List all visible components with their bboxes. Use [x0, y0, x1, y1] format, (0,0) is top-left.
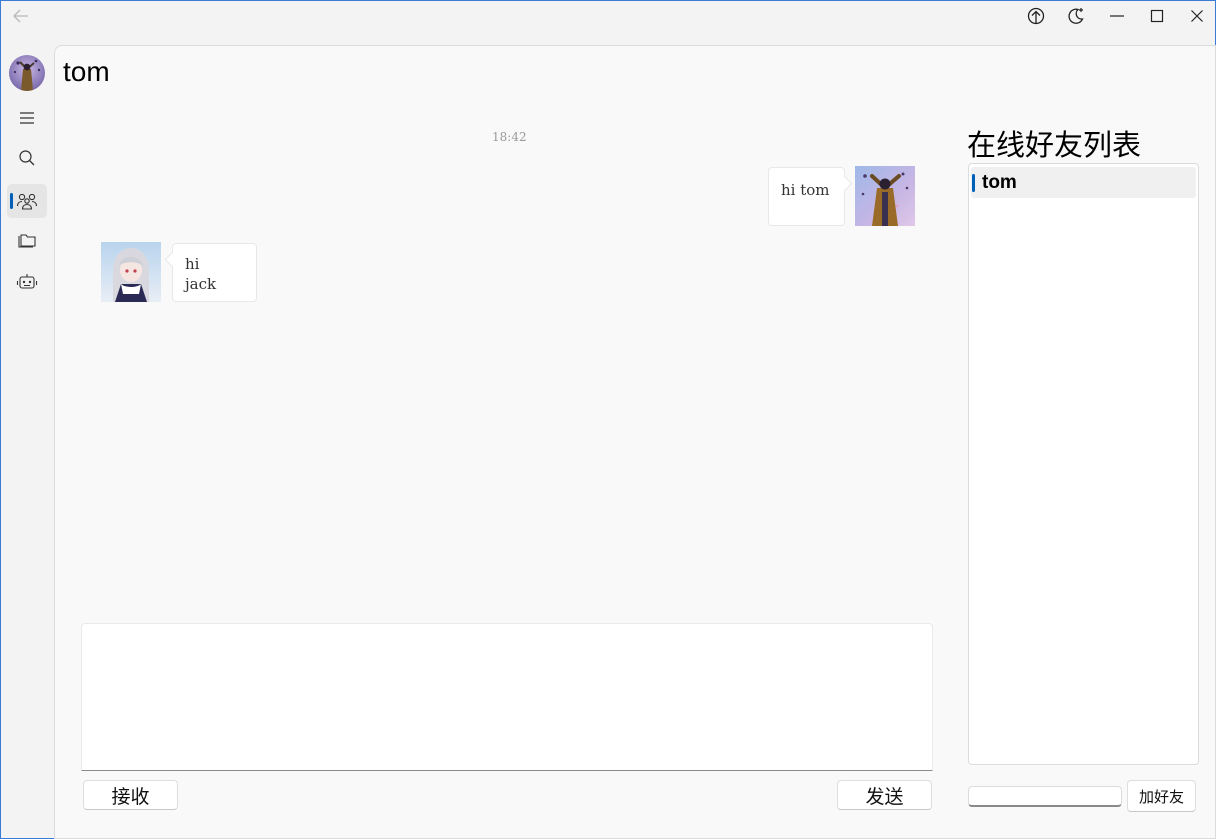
- friends-icon[interactable]: [7, 184, 47, 218]
- search-icon[interactable]: [7, 141, 47, 175]
- user-avatar[interactable]: [9, 55, 45, 91]
- left-nav: [1, 31, 53, 838]
- message-input[interactable]: [81, 623, 933, 771]
- folder-icon[interactable]: [7, 224, 47, 258]
- own-avatar: [855, 166, 915, 226]
- add-friend-button[interactable]: 加好友: [1127, 780, 1196, 812]
- message-timestamp: 18:42: [492, 130, 527, 144]
- friend-avatar: [101, 242, 161, 302]
- title-bar: [1, 1, 1215, 31]
- friend-list-item[interactable]: tom: [971, 167, 1196, 198]
- send-button[interactable]: 发送: [837, 780, 932, 810]
- message-bubble-outgoing: hi tom: [768, 167, 845, 226]
- menu-icon[interactable]: [7, 101, 47, 135]
- back-arrow-icon[interactable]: [11, 6, 33, 26]
- friends-list: tom: [968, 163, 1199, 765]
- chat-title: tom: [63, 56, 110, 87]
- close-icon[interactable]: [1177, 3, 1216, 29]
- friend-name: tom: [982, 171, 1017, 193]
- message-text-line-2: jack: [185, 275, 217, 293]
- upload-icon[interactable]: [1016, 3, 1056, 29]
- message-text: hi tom: [781, 181, 830, 199]
- minimize-icon[interactable]: [1097, 3, 1137, 29]
- maximize-icon[interactable]: [1137, 3, 1177, 29]
- add-friend-input[interactable]: [968, 786, 1122, 807]
- chat-panel: tom 18:42 hi tom hi jack 接收 发送 在线好友列表 to…: [54, 45, 1216, 839]
- friends-list-title: 在线好友列表: [967, 128, 1142, 162]
- theme-toggle-icon[interactable]: [1056, 3, 1096, 29]
- receive-button[interactable]: 接收: [83, 780, 178, 810]
- message-bubble-incoming: hi jack: [172, 243, 257, 302]
- app-window: tom 18:42 hi tom hi jack 接收 发送 在线好友列表 to…: [0, 0, 1216, 839]
- robot-icon[interactable]: [7, 265, 47, 299]
- message-text-line-1: hi: [185, 255, 200, 273]
